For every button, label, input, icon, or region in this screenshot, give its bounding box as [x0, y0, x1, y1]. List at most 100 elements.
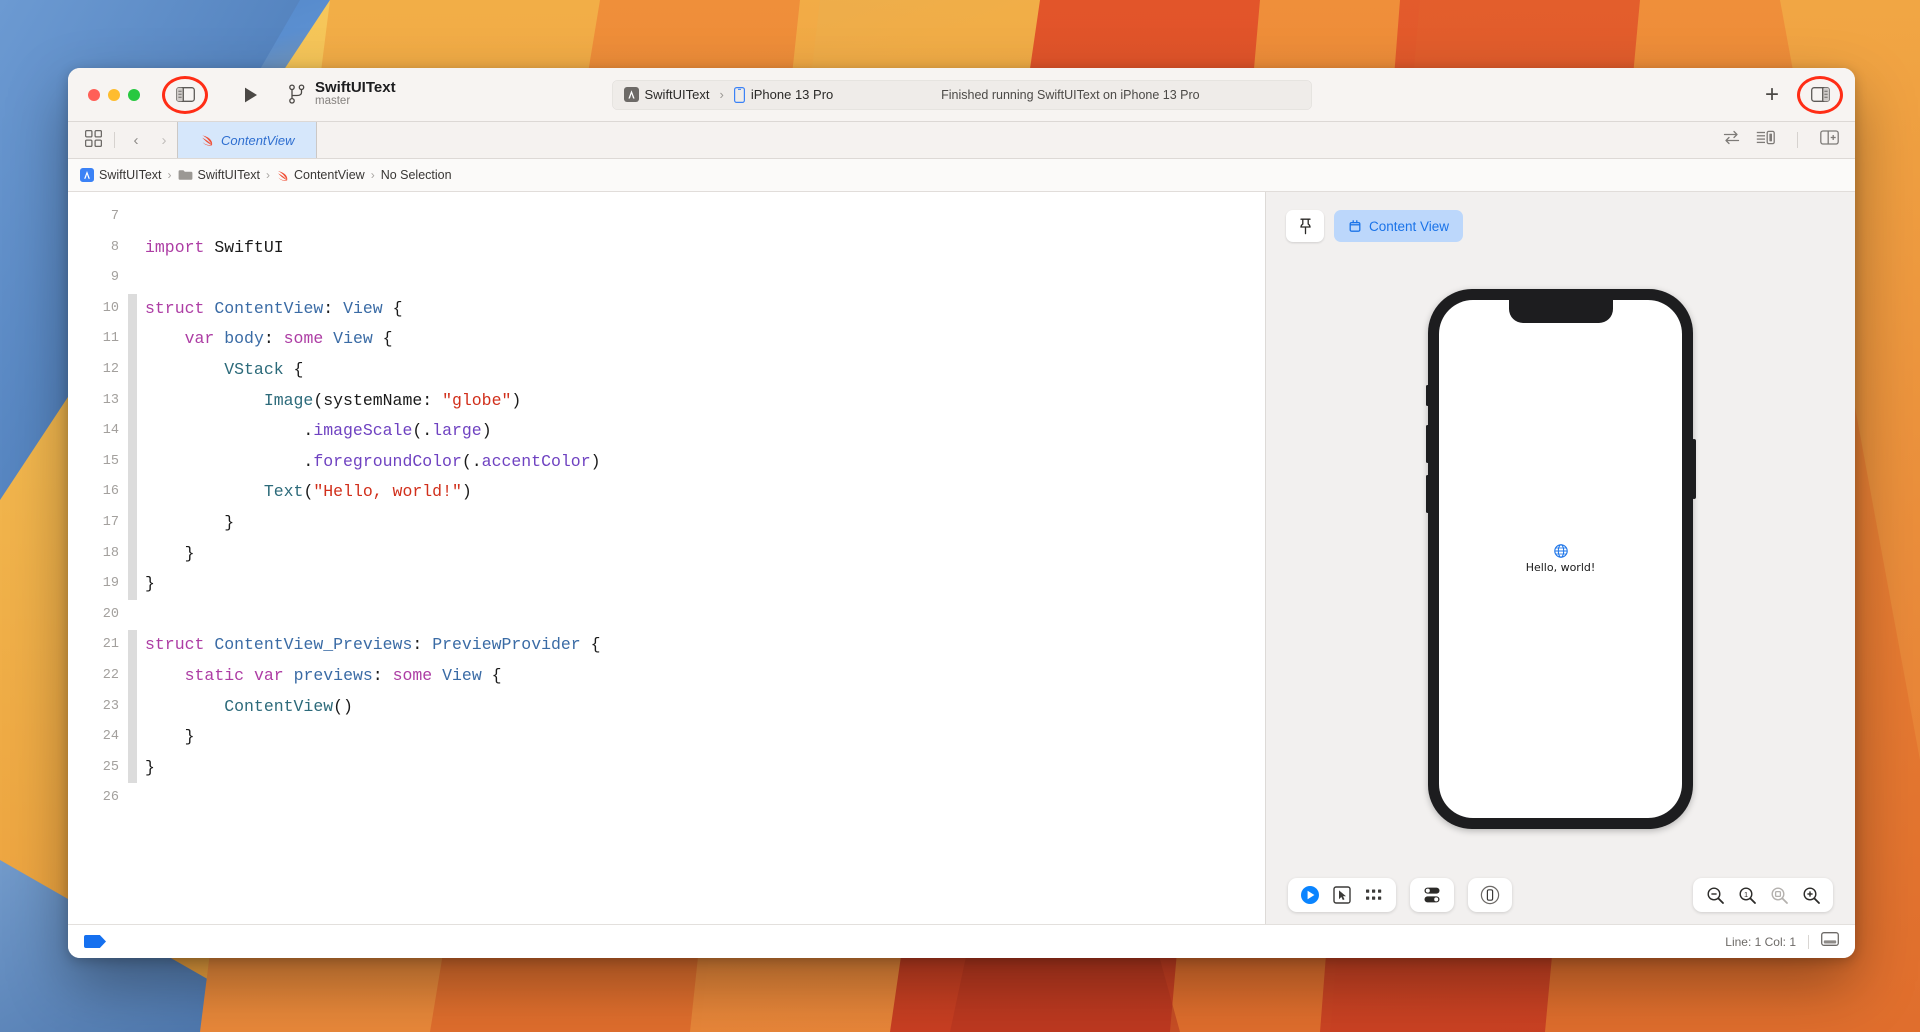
- line-number: 18: [68, 539, 119, 570]
- breadcrumb-item-selection[interactable]: No Selection: [381, 168, 452, 182]
- zoom-100-button[interactable]: 1: [1733, 881, 1761, 909]
- line-number: 24: [68, 722, 119, 753]
- globe-icon: [1554, 544, 1568, 558]
- breadcrumb-label-1: SwiftUIText: [198, 168, 261, 182]
- code-token: {: [373, 329, 393, 348]
- source-editor[interactable]: 7891011121314151617181920212223242526 im…: [68, 192, 1265, 924]
- add-editor-split-button[interactable]: [1820, 130, 1839, 150]
- close-button[interactable]: [88, 89, 100, 101]
- code-line: ContentView(): [145, 692, 1265, 723]
- maximize-button[interactable]: [128, 89, 140, 101]
- minimize-button[interactable]: [108, 89, 120, 101]
- navigate-back-button[interactable]: ‹: [123, 132, 149, 149]
- zoom-out-button[interactable]: [1701, 881, 1729, 909]
- breadcrumb: SwiftUIText › SwiftUIText › ContentView …: [68, 159, 1855, 192]
- sidebar-right-icon: [1811, 87, 1830, 102]
- breadcrumb-item-file[interactable]: ContentView: [276, 168, 365, 182]
- code-token: (.: [462, 452, 482, 471]
- zoom-fit-button[interactable]: [1765, 881, 1793, 909]
- tabbar-divider: [114, 132, 115, 148]
- code-line: Text("Hello, world!"): [145, 477, 1265, 508]
- line-number: 20: [68, 600, 119, 631]
- navigate-forward-button[interactable]: ›: [151, 132, 177, 149]
- tab-label: ContentView: [221, 133, 294, 148]
- phone-power-button: [1692, 439, 1696, 499]
- editor-options-button[interactable]: [1756, 130, 1775, 150]
- line-number-gutter: 7891011121314151617181920212223242526: [68, 192, 128, 924]
- code-token: :: [373, 666, 393, 685]
- live-preview-button[interactable]: [1296, 881, 1324, 909]
- scheme-selector[interactable]: SwiftUIText master: [288, 80, 396, 110]
- phone-volume-down: [1426, 475, 1430, 513]
- line-number: 26: [68, 783, 119, 814]
- destination-project[interactable]: SwiftUIText: [624, 87, 710, 102]
- code-token: ContentView: [214, 299, 323, 318]
- change-indicator: [128, 753, 137, 784]
- tab-contentview[interactable]: ContentView: [177, 122, 317, 158]
- code-token: :: [412, 635, 432, 654]
- code-token: (.: [412, 421, 432, 440]
- traffic-lights: [88, 89, 140, 101]
- code-line: }: [145, 753, 1265, 784]
- toggles-icon: [1422, 886, 1442, 904]
- selectable-button[interactable]: [1328, 881, 1356, 909]
- code-token: [145, 697, 224, 716]
- code-line: [145, 783, 1265, 814]
- breadcrumb-item-folder[interactable]: SwiftUIText: [178, 168, 261, 182]
- change-indicator: [128, 630, 137, 661]
- device-bezel-button[interactable]: [1476, 881, 1504, 909]
- destination-device[interactable]: iPhone 13 Pro: [734, 87, 833, 103]
- navigator-toggle-button[interactable]: [170, 83, 200, 107]
- issue-tag-icon[interactable]: [84, 935, 106, 948]
- change-indicator: [128, 539, 137, 570]
- run-button[interactable]: [236, 83, 266, 107]
- device-settings-group: [1410, 878, 1454, 912]
- add-editor-button[interactable]: +: [1757, 83, 1787, 107]
- code-token: large: [432, 421, 482, 440]
- zoom-in-button[interactable]: [1797, 881, 1825, 909]
- change-indicator: [128, 722, 137, 753]
- folder-icon: [178, 169, 193, 181]
- iphone-13-pro-frame[interactable]: Hello, world!: [1428, 289, 1693, 829]
- variants-grid-button[interactable]: [1360, 881, 1388, 909]
- code-token: SwiftUI: [214, 238, 283, 257]
- line-col-indicator: Line: 1 Col: 1: [1725, 935, 1796, 949]
- code-token: [145, 391, 264, 410]
- sidebar-left-icon: [176, 87, 195, 102]
- code-token: [204, 635, 214, 654]
- magnifier-minus-icon: [1706, 886, 1725, 905]
- console-toggle-button[interactable]: [1821, 932, 1839, 951]
- inspector-toggle-button[interactable]: [1805, 83, 1835, 107]
- code-token: [145, 360, 224, 379]
- swap-editors-button[interactable]: [1723, 130, 1740, 150]
- code-token: }: [145, 513, 234, 532]
- code-token: {: [482, 666, 502, 685]
- swap-arrows-icon: [1723, 130, 1740, 145]
- status-bar: Line: 1 Col: 1: [68, 924, 1855, 958]
- breadcrumb-item-project[interactable]: SwiftUIText: [80, 168, 162, 182]
- change-indicator: [128, 569, 137, 600]
- code-line: }: [145, 569, 1265, 600]
- phone-screen[interactable]: Hello, world!: [1439, 300, 1682, 818]
- code-token: {: [284, 360, 304, 379]
- breadcrumb-sep-2: ›: [371, 168, 375, 182]
- code-line: static var previews: some View {: [145, 661, 1265, 692]
- code-token: (systemName:: [313, 391, 442, 410]
- pin-preview-button[interactable]: [1286, 210, 1324, 242]
- destination-device-label: iPhone 13 Pro: [751, 87, 833, 102]
- code-line: }: [145, 508, 1265, 539]
- code-line: [145, 600, 1265, 631]
- code-token: View: [343, 299, 383, 318]
- preview-name-pill[interactable]: Content View: [1334, 210, 1463, 242]
- swift-file-icon: [200, 133, 214, 147]
- library-button[interactable]: [80, 130, 106, 151]
- line-number: 25: [68, 753, 119, 784]
- device-settings-button[interactable]: [1418, 881, 1446, 909]
- code-text[interactable]: import SwiftUI struct ContentView: View …: [137, 192, 1265, 924]
- code-token: imageScale: [313, 421, 412, 440]
- code-token: View: [333, 329, 373, 348]
- status-divider: [1808, 935, 1809, 949]
- code-token: }: [145, 544, 195, 563]
- zoom-controls-group: 1: [1693, 878, 1833, 912]
- code-token: (: [303, 482, 313, 501]
